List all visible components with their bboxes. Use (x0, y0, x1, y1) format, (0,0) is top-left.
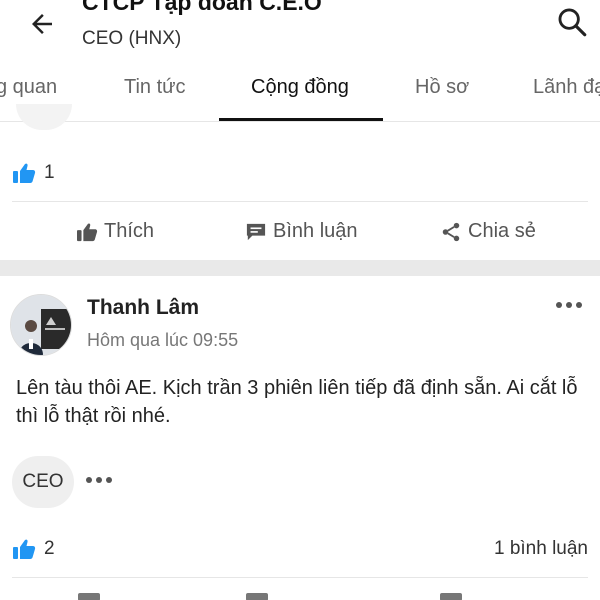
tab-overview[interactable]: g quan (0, 76, 57, 99)
search-button[interactable] (552, 2, 592, 42)
share-icon (442, 222, 460, 241)
thumbs-up-icon (77, 222, 98, 241)
tab-profile[interactable]: Hồ sơ (415, 76, 469, 99)
post-separator (0, 260, 600, 276)
divider (12, 201, 588, 202)
active-tab-indicator (219, 118, 383, 121)
like-button[interactable]: Thích (76, 220, 154, 243)
stock-tag-chip[interactable]: CEO (12, 456, 74, 508)
tab-news[interactable]: Tin tức (124, 76, 186, 99)
tag-more-button[interactable] (86, 470, 116, 490)
share-action-partial[interactable] (440, 593, 462, 600)
post-content: Lên tàu thôi AE. Kịch trần 3 phiên liên … (16, 377, 578, 427)
comment-button[interactable]: Bình luận (245, 220, 358, 243)
arrow-left-icon (32, 14, 52, 34)
thumbs-up-icon (13, 539, 36, 559)
like-count: 1 (44, 162, 55, 183)
comment-label: Bình luận (273, 220, 358, 242)
share-button[interactable]: Chia sẻ (440, 220, 536, 243)
divider (12, 577, 588, 578)
search-icon (558, 8, 587, 37)
previous-post-avatar-edge (16, 104, 72, 130)
avatar[interactable] (10, 294, 72, 356)
thumbs-up-icon (13, 163, 36, 183)
header-titles: CTCP Tập đoàn C.E.O CEO (HNX) (82, 0, 322, 51)
tab-community[interactable]: Cộng đồng (251, 76, 349, 99)
comment-icon (246, 223, 266, 240)
stock-symbol: CEO (HNX) (82, 28, 182, 49)
comment-count[interactable]: 1 bình luận (494, 538, 588, 560)
post-timestamp: Hôm qua lúc 09:55 (87, 330, 239, 350)
tab-leadership[interactable]: Lãnh đạ (533, 76, 600, 99)
like-count: 2 (44, 538, 55, 559)
back-button[interactable] (24, 6, 60, 42)
post-actions-cutoff (0, 590, 600, 600)
tab-bar: g quan Tin tức Cộng đồng Hồ sơ Lãnh đạ (0, 58, 600, 122)
post-options-button[interactable] (552, 292, 586, 318)
like-label: Thích (104, 220, 155, 242)
avatar-image (11, 295, 71, 355)
page-title: CTCP Tập đoàn C.E.O (82, 0, 322, 15)
share-label: Chia sẻ (468, 220, 536, 242)
app-header: CTCP Tập đoàn C.E.O CEO (HNX) (0, 0, 600, 56)
previous-post-actions: Thích Bình luận Chia sẻ (0, 212, 600, 252)
post-likes[interactable]: 2 (12, 536, 55, 562)
previous-post-likes[interactable]: 1 (12, 160, 55, 186)
more-dots-icon (556, 302, 562, 308)
comment-action-partial[interactable] (246, 593, 268, 600)
more-dots-icon (86, 477, 92, 483)
like-action-partial[interactable] (78, 593, 100, 600)
post-author[interactable]: Thanh Lâm (87, 296, 199, 320)
